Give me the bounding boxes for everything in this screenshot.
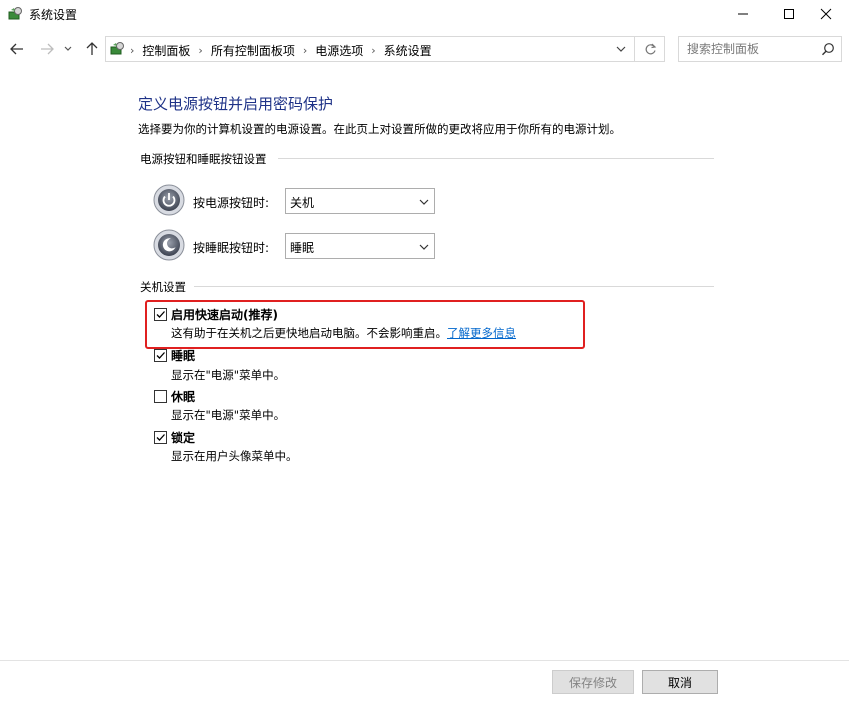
power-button-icon: [153, 184, 185, 216]
group-divider: [278, 158, 714, 159]
address-history-button[interactable]: [609, 37, 633, 61]
search-icon[interactable]: [821, 42, 835, 56]
recent-locations-button[interactable]: [60, 38, 76, 60]
breadcrumb-item[interactable]: 所有控制面板项: [211, 42, 295, 59]
lock-checkbox[interactable]: [154, 431, 167, 444]
fast-startup-checkbox[interactable]: [154, 308, 167, 321]
maximize-icon: [784, 9, 794, 19]
breadcrumb-item[interactable]: 电源选项: [315, 42, 363, 59]
breadcrumb: › 控制面板 › 所有控制面板项 › 电源选项 › 系统设置: [130, 42, 432, 59]
footer-divider: [0, 660, 849, 661]
group-header-label: 关机设置: [140, 280, 186, 294]
refresh-icon: [645, 43, 656, 54]
fast-startup-label[interactable]: 启用快速启动(推荐): [171, 306, 278, 323]
minimize-button[interactable]: [720, 0, 766, 28]
close-icon: [820, 8, 832, 20]
close-button[interactable]: [803, 0, 849, 28]
breadcrumb-item[interactable]: 系统设置: [384, 42, 432, 59]
chevron-down-icon: [419, 199, 429, 205]
search-input[interactable]: [687, 41, 817, 57]
lock-option-description: 显示在用户头像菜单中。: [171, 449, 298, 463]
control-panel-icon: [109, 41, 125, 57]
up-button[interactable]: [81, 38, 103, 60]
sleep-checkbox[interactable]: [154, 349, 167, 362]
checkmark-icon: [156, 352, 165, 359]
minimize-icon: [738, 13, 748, 15]
hibernate-option-description: 显示在"电源"菜单中。: [171, 408, 286, 422]
checkmark-icon: [156, 434, 165, 441]
sleep-button-action-select[interactable]: 睡眠: [285, 233, 435, 259]
checkmark-icon: [156, 311, 165, 318]
power-button-label: 按电源按钮时:: [193, 196, 270, 210]
window-title: 系统设置: [29, 8, 78, 22]
select-value: 睡眠: [290, 241, 315, 255]
sleep-button-label: 按睡眠按钮时:: [193, 241, 270, 255]
chevron-down-icon: [419, 244, 429, 250]
forward-button[interactable]: [36, 38, 58, 60]
breadcrumb-item[interactable]: 控制面板: [142, 42, 190, 59]
forward-arrow-icon: [41, 43, 54, 55]
search-box[interactable]: [678, 36, 842, 62]
address-bar[interactable]: › 控制面板 › 所有控制面板项 › 电源选项 › 系统设置: [105, 36, 665, 62]
group-header-label: 电源按钮和睡眠按钮设置: [140, 152, 267, 166]
group-divider: [194, 286, 714, 287]
cancel-button[interactable]: 取消: [642, 670, 718, 694]
chevron-down-icon: [616, 46, 626, 52]
title-bar: 系统设置: [0, 0, 849, 28]
back-button[interactable]: [6, 38, 28, 60]
lock-option-label[interactable]: 锁定: [171, 429, 195, 446]
sleep-option-description: 显示在"电源"菜单中。: [171, 368, 286, 382]
page-title: 定义电源按钮并启用密码保护: [138, 95, 334, 113]
hibernate-checkbox[interactable]: [154, 390, 167, 403]
power-options-icon: [7, 6, 23, 22]
breadcrumb-separator-icon: ›: [130, 44, 135, 57]
sleep-option-label[interactable]: 睡眠: [171, 347, 195, 364]
hibernate-option-label[interactable]: 休眠: [171, 388, 195, 405]
power-button-action-select[interactable]: 关机: [285, 188, 435, 214]
learn-more-link[interactable]: 了解更多信息: [447, 326, 516, 340]
page-description: 选择要为你的计算机设置的电源设置。在此页上对设置所做的更改将应用于你所有的电源计…: [138, 122, 621, 136]
select-value: 关机: [290, 196, 315, 210]
breadcrumb-separator-icon[interactable]: ›: [198, 44, 202, 57]
breadcrumb-separator-icon[interactable]: ›: [371, 44, 375, 57]
up-arrow-icon: [86, 42, 98, 55]
breadcrumb-separator-icon[interactable]: ›: [303, 44, 307, 57]
save-changes-button[interactable]: 保存修改: [552, 670, 634, 694]
refresh-button[interactable]: [635, 37, 665, 61]
group-header-power-buttons: 电源按钮和睡眠按钮设置: [140, 152, 267, 166]
group-header-shutdown: 关机设置: [140, 280, 186, 294]
sleep-button-icon: [153, 229, 185, 261]
back-arrow-icon: [10, 43, 23, 55]
fast-startup-description: 这有助于在关机之后更快地启动电脑。不会影响重启。了解更多信息: [171, 325, 516, 341]
fast-startup-desc-text: 这有助于在关机之后更快地启动电脑。不会影响重启。: [171, 326, 447, 340]
chevron-down-icon: [64, 46, 72, 51]
